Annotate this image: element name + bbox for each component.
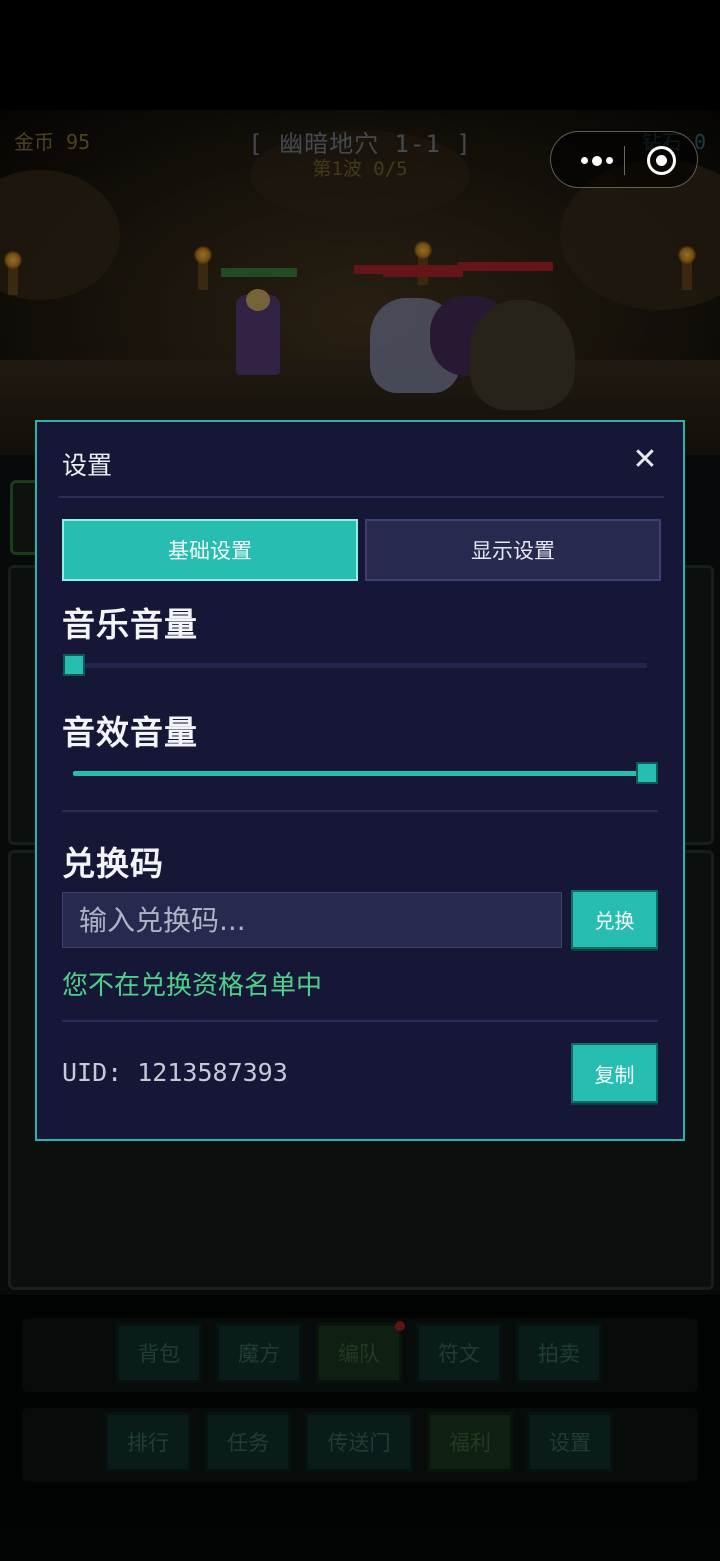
redeem-status-message: 您不在兑换资格名单中 [62,971,323,1001]
uid-label: UID: 1213587393 [62,1058,288,1087]
tab-display-settings[interactable]: 显示设置 [365,519,661,581]
settings-modal: 设置 ✕ 基础设置 显示设置 音乐音量 音效音量 兑换码 兑换 您不在兑换资格名… [35,420,685,1141]
sfx-volume-fill [73,771,647,776]
music-volume-slider[interactable] [73,663,647,668]
redeem-code-label: 兑换码 [62,844,164,883]
sfx-volume-slider[interactable] [73,771,647,776]
divider [58,496,664,498]
sfx-volume-label: 音效音量 [62,713,198,752]
copy-uid-button[interactable]: 复制 [571,1043,658,1103]
target-icon[interactable] [647,146,676,175]
miniprogram-capsule [550,131,698,188]
modal-title: 设置 [62,451,113,480]
close-icon[interactable]: ✕ [629,444,661,476]
redeem-button[interactable]: 兑换 [571,890,658,949]
divider [62,810,658,812]
redeem-code-input[interactable] [62,892,562,948]
sfx-volume-thumb[interactable] [636,762,658,784]
music-volume-thumb[interactable] [63,654,85,676]
tab-basic-settings[interactable]: 基础设置 [62,519,358,581]
divider [62,1020,658,1022]
capsule-divider [624,146,625,175]
more-icon[interactable] [569,132,625,189]
top-safe-area [0,0,720,110]
music-volume-label: 音乐音量 [62,605,198,644]
